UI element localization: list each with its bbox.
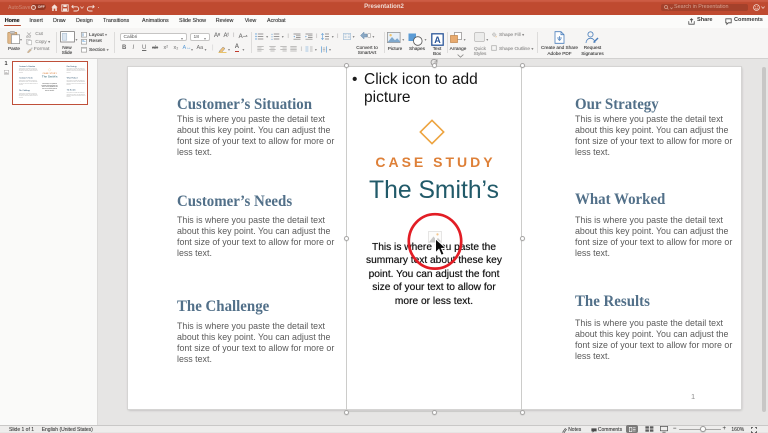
svg-text:A: A [434, 34, 441, 44]
